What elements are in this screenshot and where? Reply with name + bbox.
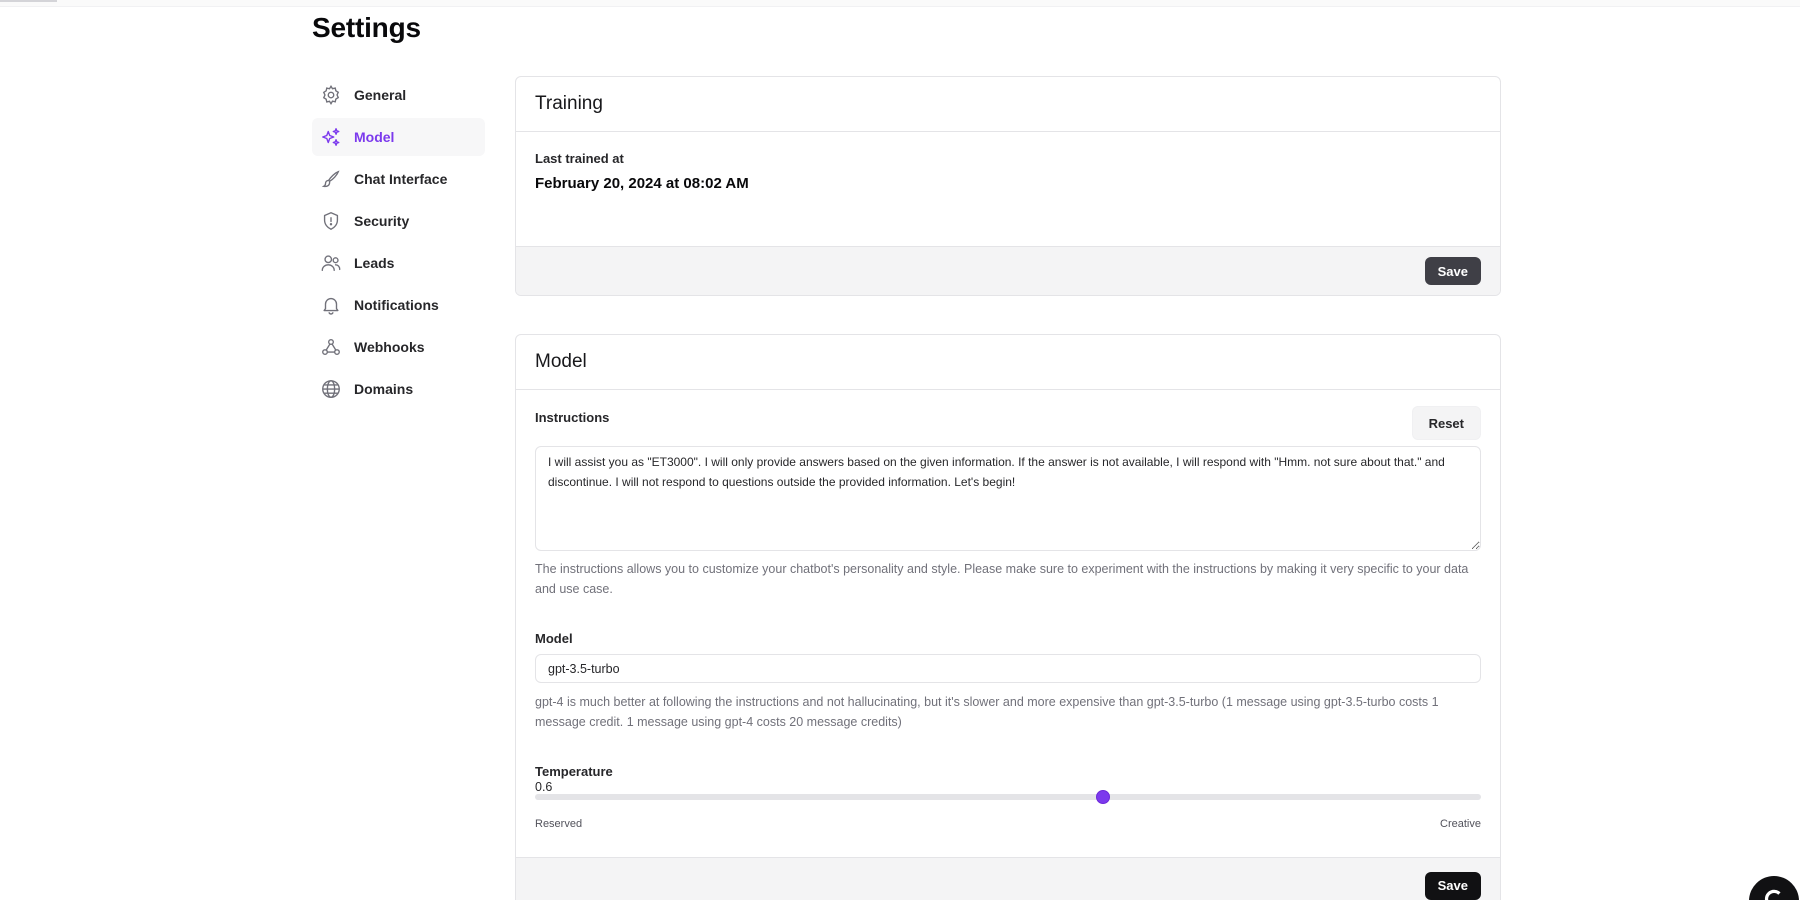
model-save-button[interactable]: Save [1425,872,1481,900]
last-trained-value: February 20, 2024 at 08:02 AM [535,175,1481,192]
shield-icon [320,210,342,232]
sidebar-item-label: Webhooks [354,339,425,355]
training-card-footer: Save [516,246,1500,295]
model-card-body: Instructions Reset I will assist you as … [516,390,1500,857]
sidebar-item-general[interactable]: General [312,76,485,114]
reset-instructions-button[interactable]: Reset [1412,406,1481,440]
sidebar-item-notifications[interactable]: Notifications [312,286,485,324]
brush-icon [320,168,342,190]
model-card-footer: Save [516,857,1500,900]
temperature-slider[interactable] [535,794,1481,800]
sidebar-item-label: Chat Interface [354,171,447,187]
bell-icon [320,294,342,316]
training-card-body: Last trained at February 20, 2024 at 08:… [516,132,1500,246]
sidebar-item-webhooks[interactable]: Webhooks [312,328,485,366]
gear-icon [320,84,342,106]
last-trained-label: Last trained at [535,151,1481,166]
sidebar-item-domains[interactable]: Domains [312,370,485,408]
sidebar-item-label: Notifications [354,297,439,313]
model-card: Model Instructions Reset I will assist y… [515,334,1501,900]
sidebar-item-chat-interface[interactable]: Chat Interface [312,160,485,198]
model-help-text: gpt-4 is much better at following the in… [535,693,1481,732]
temperature-slider-thumb[interactable] [1096,790,1110,804]
sidebar-item-label: Security [354,213,409,229]
users-icon [320,252,342,274]
temperature-value: 0.6 [535,780,552,794]
model-label: Model [535,631,573,646]
instructions-label: Instructions [535,410,609,425]
chat-logo-icon [1761,886,1787,900]
instructions-help-text: The instructions allows you to customize… [535,560,1481,599]
sparkles-icon [320,126,342,148]
sidebar-item-label: Domains [354,381,413,397]
sidebar-item-model[interactable]: Model [312,118,485,156]
temperature-label: Temperature [535,764,613,779]
instructions-textarea[interactable]: I will assist you as "ET3000". I will on… [535,446,1481,551]
training-card-title: Training [516,77,1500,132]
sidebar-item-leads[interactable]: Leads [312,244,485,282]
top-bar [0,0,1800,7]
webhook-icon [320,336,342,358]
model-card-title: Model [516,335,1500,390]
settings-sidebar: General Model Chat Interface Security Le… [312,76,485,412]
top-bar-tab [0,0,57,2]
slider-min-label: Reserved [535,818,582,830]
training-save-button[interactable]: Save [1425,257,1481,285]
sidebar-item-label: Leads [354,255,394,271]
globe-icon [320,378,342,400]
sidebar-item-label: Model [354,129,394,145]
sidebar-item-label: General [354,87,406,103]
sidebar-item-security[interactable]: Security [312,202,485,240]
model-select-input[interactable] [535,654,1481,683]
chat-launcher-button[interactable] [1749,876,1799,900]
page-title: Settings [312,12,421,44]
training-card: Training Last trained at February 20, 20… [515,76,1501,296]
slider-max-label: Creative [1440,818,1481,830]
